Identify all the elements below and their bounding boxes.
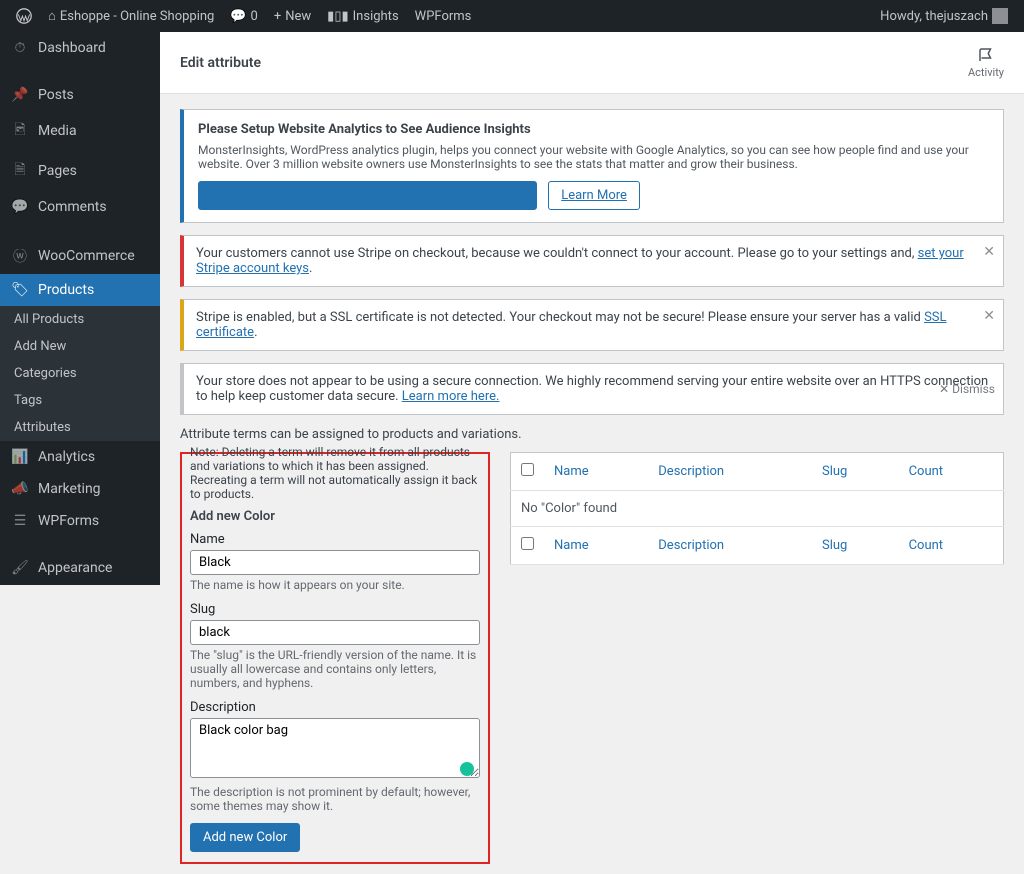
slug-input[interactable] (190, 620, 480, 645)
col-slug-foot[interactable]: Slug (822, 538, 847, 553)
grammarly-icon[interactable] (460, 762, 474, 776)
stripe-error-text: Your customers cannot use Stripe on chec… (196, 246, 918, 261)
notice-monsterinsights: Please Setup Website Analytics to See Au… (180, 109, 1004, 223)
name-input[interactable] (190, 550, 480, 575)
menu-appearance[interactable]: 🖌Appearance (0, 552, 160, 584)
notice-ssl: Stripe is enabled, but a SSL certificate… (180, 299, 1004, 351)
wp-logo[interactable] (8, 0, 40, 32)
pin-icon: 📌 (10, 87, 30, 103)
menu-analytics[interactable]: 📊Analytics (0, 441, 160, 473)
menu-comments[interactable]: 💬Comments (0, 191, 160, 223)
description-help: The description is not prominent by defa… (190, 785, 480, 813)
activity-toggle[interactable]: Activity (968, 46, 1004, 79)
menu-separator (0, 69, 160, 74)
col-count[interactable]: Count (909, 464, 943, 479)
page-icon: 🗎 (10, 159, 30, 183)
add-new-color-button[interactable]: Add new Color (190, 823, 300, 852)
menu-media[interactable]: 🖻Media (0, 111, 160, 151)
form-icon: ☰ (10, 513, 30, 529)
https-learnmore-link[interactable]: Learn more here. (402, 389, 500, 404)
page-title: Edit attribute (180, 55, 261, 71)
terms-table: Name Description Slug Count No "Color" f… (510, 452, 1004, 565)
comment-icon: 💬 (10, 199, 30, 215)
description-label: Description (190, 700, 480, 715)
select-all-checkbox-foot[interactable] (521, 537, 534, 550)
submenu-add-new[interactable]: Add New (0, 333, 160, 360)
menu-separator (0, 228, 160, 233)
dismiss-button[interactable]: ✕ Dismiss (939, 382, 995, 396)
menu-products[interactable]: 🏷Products (0, 274, 160, 306)
adminbar-wpforms[interactable]: WPForms (407, 0, 480, 32)
mi-connect-button[interactable]: Connect MonsterInsights and Setup Websit… (198, 181, 537, 210)
col-name[interactable]: Name (554, 464, 589, 479)
col-description-foot[interactable]: Description (658, 538, 724, 553)
col-name-foot[interactable]: Name (554, 538, 589, 553)
menu-wpforms[interactable]: ☰WPForms (0, 505, 160, 537)
flag-icon (977, 46, 995, 64)
name-label: Name (190, 532, 480, 547)
menu-dashboard[interactable]: ⏱Dashboard (0, 32, 160, 64)
name-help: The name is how it appears on your site. (190, 578, 480, 592)
submenu-attributes[interactable]: Attributes (0, 414, 160, 441)
bar-chart-icon: ▮▯▮ (327, 9, 348, 24)
col-slug[interactable]: Slug (822, 464, 847, 479)
site-name[interactable]: ⌂Eshoppe - Online Shopping (40, 0, 222, 32)
add-term-form-highlight: Note: Deleting a term will remove it fro… (180, 452, 490, 864)
menu-posts[interactable]: 📌Posts (0, 79, 160, 111)
media-icon: 🖻 (10, 119, 30, 143)
comments-bubble[interactable]: 💬0 (222, 0, 266, 32)
mi-body: MonsterInsights, WordPress analytics plu… (198, 143, 989, 171)
plus-icon: + (274, 9, 281, 24)
description-textarea[interactable] (190, 718, 480, 778)
gauge-icon: ⏱ (10, 40, 30, 56)
col-description[interactable]: Description (658, 464, 724, 479)
menu-woocommerce[interactable]: ⓦWooCommerce (0, 238, 160, 274)
adminbar-insights[interactable]: ▮▯▮Insights (319, 0, 406, 32)
slug-help: The "slug" is the URL-friendly version o… (190, 648, 480, 690)
attribute-intro: Attribute terms can be assigned to produ… (180, 427, 1004, 442)
megaphone-icon: 📣 (10, 481, 30, 497)
slug-label: Slug (190, 602, 480, 617)
submenu-tags[interactable]: Tags (0, 387, 160, 414)
chart-icon: 📊 (10, 449, 30, 465)
select-all-checkbox[interactable] (521, 463, 534, 476)
tag-icon: 🏷 (10, 282, 30, 298)
https-warning-text: Your store does not appear to be using a… (196, 374, 988, 404)
menu-marketing[interactable]: 📣Marketing (0, 473, 160, 505)
submenu-all-products[interactable]: All Products (0, 306, 160, 333)
notice-https: Your store does not appear to be using a… (180, 363, 1004, 415)
menu-separator (0, 542, 160, 547)
new-content[interactable]: +New (266, 0, 319, 32)
dismiss-icon[interactable]: ✕ (983, 308, 995, 324)
woo-icon: ⓦ (10, 246, 30, 266)
mi-title: Please Setup Website Analytics to See Au… (198, 122, 989, 137)
home-icon: ⌂ (48, 8, 56, 24)
table-row-empty: No "Color" found (511, 491, 1004, 527)
col-count-foot[interactable]: Count (909, 538, 943, 553)
attribute-note: Note: Deleting a term will remove it fro… (190, 445, 480, 501)
brush-icon: 🖌 (10, 560, 30, 576)
my-account[interactable]: Howdy, thejuszach (872, 0, 1016, 32)
comment-icon: 💬 (230, 9, 246, 24)
notice-stripe-keys: Your customers cannot use Stripe on chec… (180, 235, 1004, 287)
ssl-warning-text: Stripe is enabled, but a SSL certificate… (196, 310, 924, 325)
submenu-categories[interactable]: Categories (0, 360, 160, 387)
avatar (992, 8, 1008, 24)
dismiss-icon[interactable]: ✕ (983, 244, 995, 260)
menu-pages[interactable]: 🗎Pages (0, 151, 160, 191)
form-title: Add new Color (190, 509, 480, 524)
mi-learnmore-button[interactable]: Learn More (548, 181, 640, 210)
